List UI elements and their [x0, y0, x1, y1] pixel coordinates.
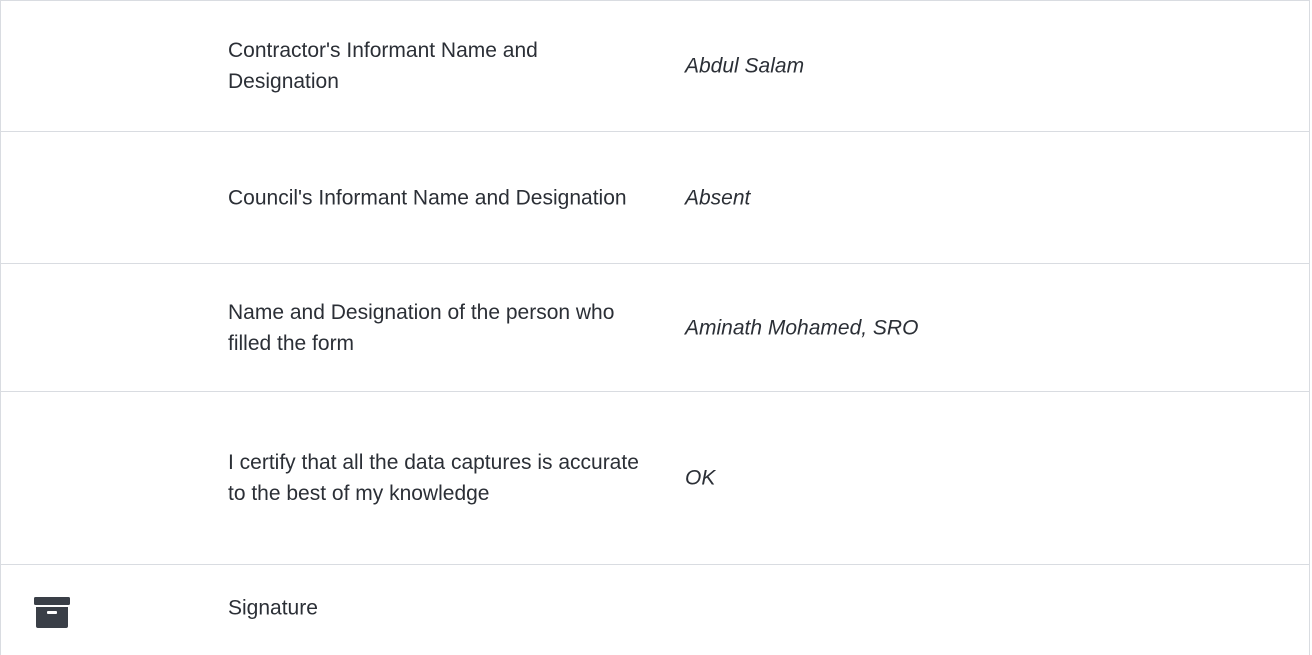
form-summary-table: Contractor's Informant Name and Designat…	[0, 0, 1310, 655]
row-icon-cell	[1, 1, 201, 131]
field-value: OK	[685, 466, 716, 490]
field-label: Council's Informant Name and Designation	[228, 186, 627, 209]
row-icon-cell	[1, 392, 201, 564]
row-icon-cell	[1, 565, 201, 655]
row-icon-cell	[1, 132, 201, 263]
row-icon-cell	[1, 264, 201, 391]
field-label: Signature	[228, 596, 318, 620]
table-row: I certify that all the data captures is …	[1, 392, 1309, 565]
table-row: Signature	[1, 565, 1309, 655]
field-label: I certify that all the data captures is …	[228, 451, 639, 505]
table-row: Contractor's Informant Name and Designat…	[1, 1, 1309, 132]
field-value: Absent	[685, 186, 751, 209]
field-value: Abdul Salam	[685, 54, 805, 78]
archive-icon[interactable]	[32, 596, 72, 630]
field-value: Aminath Mohamed, SRO	[685, 316, 919, 339]
table-row: Name and Designation of the person who f…	[1, 264, 1309, 392]
table-row: Council's Informant Name and Designation…	[1, 132, 1309, 264]
field-label: Contractor's Informant Name and Designat…	[228, 39, 538, 93]
field-label: Name and Designation of the person who f…	[228, 300, 615, 355]
